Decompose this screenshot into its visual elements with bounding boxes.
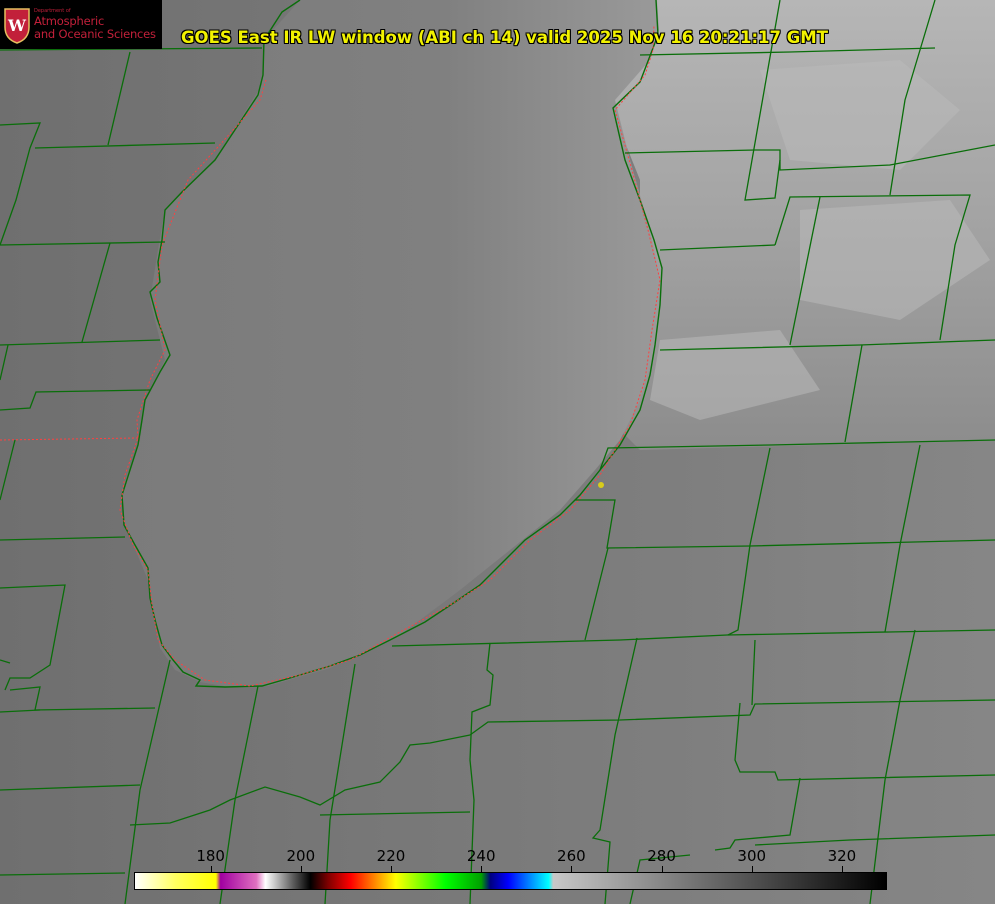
colorbar-tick-mark: [751, 866, 753, 872]
colorbar-tick-mark: [210, 866, 212, 872]
colorbar-tick-mark: [841, 866, 843, 872]
station-marker: [598, 482, 604, 488]
colorbar: [134, 872, 887, 890]
colorbar-tick-label: 260: [557, 847, 586, 865]
colorbar-tick-mark: [661, 866, 663, 872]
colorbar-tick-mark: [571, 866, 573, 872]
colorbar-tick-mark: [300, 866, 302, 872]
colorbar-tick-mark: [481, 866, 483, 872]
logo-line-1: Atmospheric: [34, 14, 105, 28]
colorbar-tick-label: 240: [466, 847, 496, 865]
colorbar-tick-label: 300: [737, 847, 767, 865]
colorbar-tick-label: 280: [647, 847, 676, 865]
colorbar-tick-mark: [391, 866, 392, 872]
colorbar-tick-label: 320: [827, 847, 857, 865]
colorbar-tick-label: 180: [196, 847, 225, 865]
colorbar-tick-label: 220: [376, 847, 406, 865]
svg-text:W: W: [7, 16, 27, 35]
uw-crest-icon: W: [4, 8, 30, 44]
logo-line-2: and Oceanic Sciences: [34, 27, 156, 41]
satellite-map: [0, 0, 995, 904]
uw-aos-logo: W Department of Atmospheric and Oceanic …: [0, 0, 162, 49]
colorbar-tick-label: 200: [286, 847, 316, 865]
image-title: GOES East IR LW window (ABI ch 14) valid…: [181, 28, 828, 47]
